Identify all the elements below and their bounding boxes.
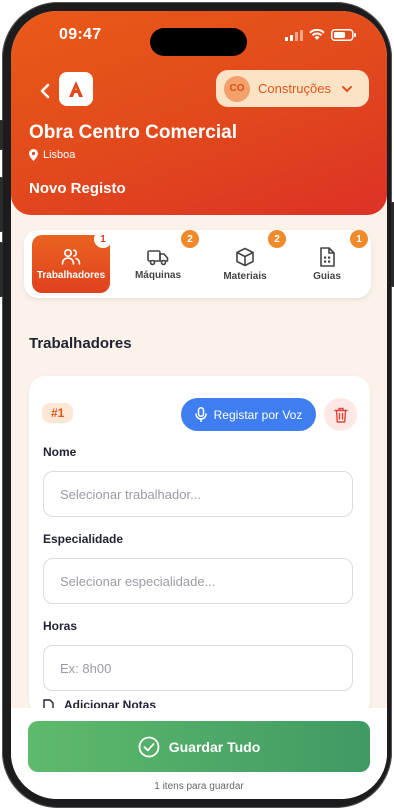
- status-icons: [285, 29, 357, 41]
- name-label: Nome: [43, 445, 77, 459]
- save-all-label: Guardar Tudo: [168, 738, 261, 755]
- volume-up-button: [0, 177, 3, 232]
- tab-maquinas[interactable]: Máquinas 2: [119, 230, 199, 293]
- document-icon: [320, 246, 335, 267]
- voice-record-label: Registar por Voz: [213, 407, 303, 422]
- dynamic-island: [150, 28, 247, 56]
- tab-label: Máquinas: [134, 269, 182, 281]
- entry-number-badge: #1: [42, 403, 74, 423]
- back-button[interactable]: [39, 79, 51, 105]
- truck-icon: [147, 249, 169, 265]
- tab-trabalhadores[interactable]: Trabalhadores 1: [32, 230, 112, 293]
- worker-name-select[interactable]: Selecionar trabalhador...: [43, 471, 353, 517]
- save-all-button[interactable]: Guardar Tudo: [28, 721, 370, 772]
- company-selector[interactable]: CO Construções: [216, 70, 369, 107]
- chevron-left-icon: [40, 83, 50, 99]
- specialty-label: Especialidade: [43, 532, 124, 546]
- page-title: Novo Registo: [29, 180, 126, 197]
- status-time: 09:47: [59, 26, 102, 43]
- specialty-select[interactable]: Selecionar especialidade...: [43, 558, 353, 604]
- signal-icon: [285, 29, 303, 41]
- voice-record-button[interactable]: Registar por Voz: [181, 398, 316, 431]
- header: 09:47 CO Construções Obra Centro Comerci…: [11, 11, 387, 215]
- chevron-down-icon: [341, 82, 353, 96]
- wifi-icon: [309, 29, 325, 40]
- tab-label: Materiais: [223, 270, 267, 282]
- project-location: Lisboa: [29, 149, 75, 161]
- tab-label: Trabalhadores: [36, 269, 106, 281]
- app-logo: [59, 72, 93, 106]
- tab-count-badge: 1: [350, 230, 368, 248]
- users-icon: [61, 248, 81, 265]
- hours-input[interactable]: Ex: 8h00: [43, 645, 353, 691]
- tab-count-badge: 2: [268, 230, 286, 248]
- tab-count-badge: 1: [94, 230, 112, 248]
- check-circle-icon: [138, 736, 160, 757]
- company-initials: CO: [224, 75, 250, 102]
- map-pin-icon: [29, 149, 38, 161]
- box-icon: [236, 247, 254, 266]
- trash-icon: [333, 407, 348, 423]
- volume-down-button: [0, 242, 3, 297]
- phone-frame: 09:47 CO Construções Obra Centro Comerci…: [0, 2, 394, 808]
- battery-icon: [331, 29, 356, 41]
- microphone-icon: [194, 407, 207, 422]
- section-title: Trabalhadores: [29, 335, 132, 352]
- worker-entry-card: #1 Registar por Voz Nome Selecionar trab…: [29, 376, 370, 716]
- mute-switch: [0, 120, 3, 150]
- screen: 09:47 CO Construções Obra Centro Comerci…: [11, 11, 387, 799]
- location-label: Lisboa: [43, 149, 76, 161]
- project-title: Obra Centro Comercial: [29, 122, 237, 143]
- tab-materiais[interactable]: Materiais 2: [206, 230, 286, 293]
- delete-entry-button[interactable]: [324, 398, 357, 431]
- company-name: Construções: [258, 81, 331, 96]
- pending-items-text: 1 itens para guardar: [154, 781, 244, 792]
- category-tabs: Trabalhadores 1 Máquinas 2 Materiais 2 G…: [24, 230, 371, 298]
- tab-label: Guias: [313, 270, 341, 282]
- tab-count-badge: 2: [181, 230, 199, 248]
- hours-label: Horas: [43, 619, 78, 633]
- tab-guias[interactable]: Guias 1: [288, 230, 368, 293]
- bottom-bar: Guardar Tudo 1 itens para guardar: [11, 708, 387, 799]
- logo-a-icon: [69, 81, 83, 97]
